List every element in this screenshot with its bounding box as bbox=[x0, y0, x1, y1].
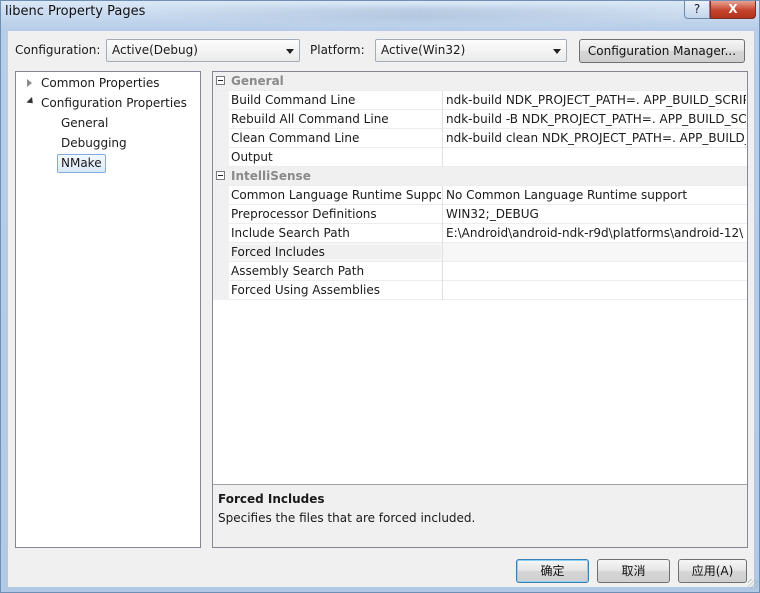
property-grid-panel: General Build Command Line ndk-build NDK… bbox=[212, 71, 748, 548]
resize-grip[interactable] bbox=[748, 579, 758, 589]
property-name: Forced Using Assemblies bbox=[231, 283, 381, 297]
property-pages-window: libenc Property Pages ? X Configuration:… bbox=[0, 0, 760, 593]
close-button[interactable]: X bbox=[710, 1, 756, 19]
platform-label: Platform: bbox=[310, 43, 365, 57]
property-value[interactable]: E:\Android\android-ndk-r9d\platforms\and… bbox=[446, 226, 746, 240]
configuration-dropdown[interactable]: Active(Debug) bbox=[106, 39, 300, 62]
property-grid[interactable]: General Build Command Line ndk-build NDK… bbox=[213, 72, 747, 484]
title-bar-background-blur bbox=[151, 7, 681, 21]
expand-arrow-icon[interactable] bbox=[27, 79, 32, 87]
property-row[interactable]: Assembly Search Path bbox=[213, 262, 747, 281]
tree-item-nmake[interactable]: NMake bbox=[57, 154, 106, 173]
ok-button[interactable]: 确定 bbox=[516, 559, 589, 583]
dialog-client-area: Configuration: Active(Debug) Platform: A… bbox=[8, 31, 754, 587]
title-bar[interactable]: libenc Property Pages ? X bbox=[1, 1, 759, 31]
property-name: Assembly Search Path bbox=[231, 264, 365, 278]
property-row[interactable]: Rebuild All Command Line ndk-build -B ND… bbox=[213, 110, 747, 129]
property-value[interactable]: No Common Language Runtime support bbox=[446, 188, 746, 202]
configuration-label: Configuration: bbox=[15, 43, 101, 57]
category-intellisense[interactable]: IntelliSense bbox=[213, 167, 747, 186]
tree-item-label: Configuration Properties bbox=[41, 96, 187, 110]
property-row[interactable]: Include Search Path E:\Android\android-n… bbox=[213, 224, 747, 243]
property-value[interactable]: WIN32;_DEBUG bbox=[446, 207, 746, 221]
cancel-button[interactable]: 取消 bbox=[597, 559, 670, 583]
property-value[interactable]: ndk-build clean NDK_PROJECT_PATH=. APP_B… bbox=[446, 131, 746, 145]
tree-item-debugging[interactable]: Debugging bbox=[61, 136, 127, 150]
chevron-down-icon bbox=[286, 49, 294, 54]
collapse-arrow-icon[interactable] bbox=[26, 96, 36, 107]
apply-button[interactable]: 应用(A) bbox=[678, 559, 747, 583]
category-label: General bbox=[231, 74, 284, 88]
description-text: Specifies the files that are forced incl… bbox=[218, 511, 476, 525]
property-name: Clean Command Line bbox=[231, 131, 360, 145]
window-title: libenc Property Pages bbox=[5, 4, 146, 19]
configuration-value: Active(Debug) bbox=[112, 43, 198, 57]
property-row[interactable]: Forced Using Assemblies bbox=[213, 281, 747, 300]
category-label: IntelliSense bbox=[231, 169, 311, 183]
description-title: Forced Includes bbox=[218, 492, 325, 506]
collapse-minus-icon[interactable] bbox=[216, 171, 225, 180]
property-name: Include Search Path bbox=[231, 226, 350, 240]
property-value[interactable]: ndk-build NDK_PROJECT_PATH=. APP_BUILD_S… bbox=[446, 93, 746, 107]
configuration-manager-button[interactable]: Configuration Manager... bbox=[579, 39, 745, 63]
collapse-minus-icon[interactable] bbox=[216, 76, 225, 85]
description-panel: Forced Includes Specifies the files that… bbox=[213, 484, 747, 547]
chevron-down-icon bbox=[553, 49, 561, 54]
property-row[interactable]: Output bbox=[213, 148, 747, 167]
tree-item-label: Common Properties bbox=[41, 76, 160, 90]
property-name: Forced Includes bbox=[231, 245, 441, 259]
tree-item-general[interactable]: General bbox=[61, 116, 108, 130]
property-name: Rebuild All Command Line bbox=[231, 112, 389, 126]
property-name: Common Language Runtime Suppor bbox=[231, 188, 441, 202]
platform-dropdown[interactable]: Active(Win32) bbox=[375, 39, 567, 62]
property-tree[interactable]: Common Properties Configuration Properti… bbox=[15, 71, 201, 548]
property-name: Preprocessor Definitions bbox=[231, 207, 377, 221]
property-name: Output bbox=[231, 150, 273, 164]
property-row[interactable]: Build Command Line ndk-build NDK_PROJECT… bbox=[213, 91, 747, 110]
property-row[interactable]: Clean Command Line ndk-build clean NDK_P… bbox=[213, 129, 747, 148]
property-name: Build Command Line bbox=[231, 93, 356, 107]
property-row[interactable]: Common Language Runtime Suppor No Common… bbox=[213, 186, 747, 205]
platform-value: Active(Win32) bbox=[381, 43, 466, 57]
property-row-selected[interactable]: Forced Includes bbox=[213, 243, 747, 262]
property-value[interactable]: ndk-build -B NDK_PROJECT_PATH=. APP_BUIL… bbox=[446, 112, 746, 126]
category-general[interactable]: General bbox=[213, 72, 747, 91]
property-row[interactable]: Preprocessor Definitions WIN32;_DEBUG bbox=[213, 205, 747, 224]
help-button[interactable]: ? bbox=[684, 1, 710, 19]
